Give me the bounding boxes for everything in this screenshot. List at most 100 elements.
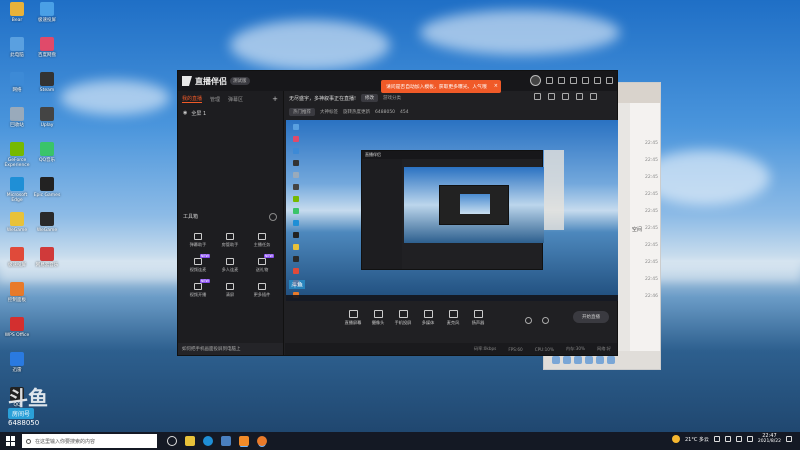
chat-tool-icon[interactable] [574,356,582,364]
left-panel: 我的直播 管理 弹幕区 + ◉ 全屏 1 工具箱 弹幕助手 房管助手 主播任务 视频连… [178,91,284,355]
source-action-button[interactable]: 手机投屏 [393,310,413,326]
tab-danmaku[interactable]: 弹幕区 [228,96,243,103]
volume-icon[interactable] [735,436,742,442]
add-scene-icon[interactable]: + [272,95,278,103]
tool-item[interactable]: 清屏 [214,279,246,301]
minimize-icon[interactable] [582,77,589,84]
desktop-icon[interactable]: 百度网盘 [32,37,62,71]
record-icon[interactable] [525,317,532,324]
desktop-icon[interactable]: Microsoft Edge [2,177,32,211]
desktop-icon[interactable]: Uplay [32,107,62,141]
skin-icon[interactable] [558,77,565,84]
new-badge: NEW [199,254,210,258]
viewer-count: 454 [400,109,409,115]
file-explorer-icon[interactable] [185,436,195,446]
desktop-icon[interactable]: 网络 [2,72,32,106]
desktop-icon[interactable]: 极速投屏 [32,2,62,36]
box-icon[interactable] [562,93,569,100]
tool-item[interactable]: 更多插件 [246,279,278,301]
desktop-icon[interactable]: WPS Office [2,317,32,351]
avatar[interactable] [530,75,541,86]
source-action-button[interactable]: 麦克风 [443,310,463,326]
edge-icon[interactable] [203,436,213,446]
network-icon[interactable] [724,436,731,442]
gear-icon[interactable] [269,213,277,221]
watermark-badge: 房间号 [8,408,35,419]
desktop-icon[interactable]: Bear [2,2,32,36]
desktop-icon-label: 控制面板 [8,298,26,303]
desktop-icon[interactable]: Epic Games [32,177,62,211]
weather-text[interactable]: 21°C 多云 [685,436,709,443]
taskbar-search[interactable]: 在这里输入你要搜索的内容 [22,434,157,448]
app-icon [40,142,54,156]
desktop-icon[interactable]: 极速投屏 [2,247,32,281]
live-app-icon[interactable] [239,436,249,446]
chat-tool-icon[interactable] [585,356,593,364]
maximize-icon[interactable] [594,77,601,84]
tray-up-icon[interactable] [713,436,720,442]
start-button[interactable] [6,436,16,446]
close-icon[interactable]: × [494,83,498,89]
notification-icon[interactable] [786,436,792,442]
desktop-icon[interactable]: QQ音乐 [32,142,62,176]
menu-icon[interactable] [570,77,577,84]
desktop-icon[interactable]: GeForce Experience [2,142,32,176]
douyu-icon[interactable] [257,436,267,446]
tool-item[interactable]: 视频连麦 NEW [182,254,214,276]
tab-manage[interactable]: 管理 [210,96,220,103]
desktop-icon[interactable]: WeGame [32,212,62,246]
douyu-watermark: 斗鱼 房间号 6488050 [8,388,68,427]
source-action-button[interactable]: 摄像头 [368,310,388,326]
desktop-icon[interactable]: 网易云音乐 [32,247,62,281]
desktop-icon[interactable]: 此电脑 [2,37,32,71]
footer-notice[interactable]: 如何把手机画面投屏到电脑上 [178,343,283,355]
settings-icon[interactable] [542,317,549,324]
app-icon [10,2,24,16]
chat-tool-icon[interactable] [596,356,604,364]
chat-tool-icon[interactable] [607,356,615,364]
eye-icon[interactable]: ◉ [183,110,187,116]
tool-item[interactable]: 主播任务 [246,229,278,251]
stream-preview[interactable]: 直播伴侣 斗鱼 [286,120,618,301]
tab-my-live[interactable]: 我的直播 [182,95,203,103]
start-live-button[interactable]: 开始直播 [573,311,609,323]
action-label: 直播屏幕 [344,320,362,325]
task-view-icon[interactable] [167,436,177,446]
search-icon [26,438,31,444]
app-icon [10,107,24,121]
close-icon[interactable] [606,77,613,84]
source-action-button[interactable]: 多媒体 [418,310,438,326]
tool-item[interactable]: 送礼物 NEW [246,254,278,276]
desktop-icon[interactable]: WeGame [2,212,32,246]
ime-icon[interactable] [746,436,753,442]
source-action-button[interactable]: 直播屏幕 [343,310,363,326]
desktop-icon[interactable]: 回收站 [2,107,32,141]
desktop-icon[interactable]: 迅雷 [2,352,32,386]
source-action-button[interactable]: 扬声器 [468,310,488,326]
gift-icon[interactable] [534,93,541,100]
lock-icon[interactable] [548,93,555,100]
app-icon [10,282,24,296]
tool-item[interactable]: 视频开播 NEW [182,279,214,301]
category-label[interactable]: 游戏分类 [383,95,401,101]
bell-icon[interactable] [590,93,597,100]
share-icon[interactable] [576,93,583,100]
tool-label: 清屏 [225,291,235,297]
weather-icon[interactable] [671,435,680,443]
tool-label: 送礼物 [255,266,269,272]
desktop-icon[interactable]: Steam [32,72,62,106]
edit-title-button[interactable]: 修改 [361,94,379,102]
chat-tool-icon[interactable] [552,356,560,364]
store-icon[interactable] [221,436,231,446]
tool-item[interactable]: 弹幕助手 [182,229,214,251]
tool-item[interactable]: 多人连麦 [214,254,246,276]
desktop-icon[interactable]: 控制面板 [2,282,32,316]
tool-item[interactable]: 房管助手 [214,229,246,251]
clock[interactable]: 22:47 2021/8/22 [758,433,781,445]
app-icon [40,107,54,121]
footer-notice-text: 如何把手机画面投屏到电脑上 [182,347,241,352]
message-icon[interactable] [546,77,553,84]
chat-tool-icon[interactable] [563,356,571,364]
scene-item[interactable]: ◉ 全屏 1 [178,107,283,119]
hot-chip[interactable]: 热门推荐 [289,108,315,116]
